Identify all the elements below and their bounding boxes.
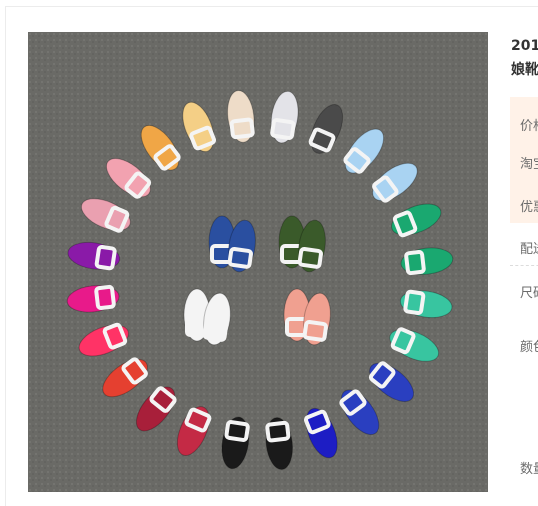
delivery-label: 配送 — [520, 242, 538, 257]
shoe-ring-illustration — [28, 32, 488, 492]
title-line-2: 娘靴 — [511, 62, 538, 78]
price-label: 价格 — [520, 119, 538, 134]
product-title: 201 娘靴 — [511, 34, 538, 82]
product-image[interactable] — [28, 32, 488, 492]
title-line-1: 201 — [511, 38, 538, 54]
promo-label: 优惠 — [520, 200, 538, 215]
color-label: 颜色 — [520, 340, 538, 355]
quantity-label: 数量 — [520, 462, 538, 477]
taobao-price-label: 淘宝 — [520, 157, 538, 172]
divider — [510, 265, 538, 266]
size-label: 尺码 — [520, 286, 538, 301]
